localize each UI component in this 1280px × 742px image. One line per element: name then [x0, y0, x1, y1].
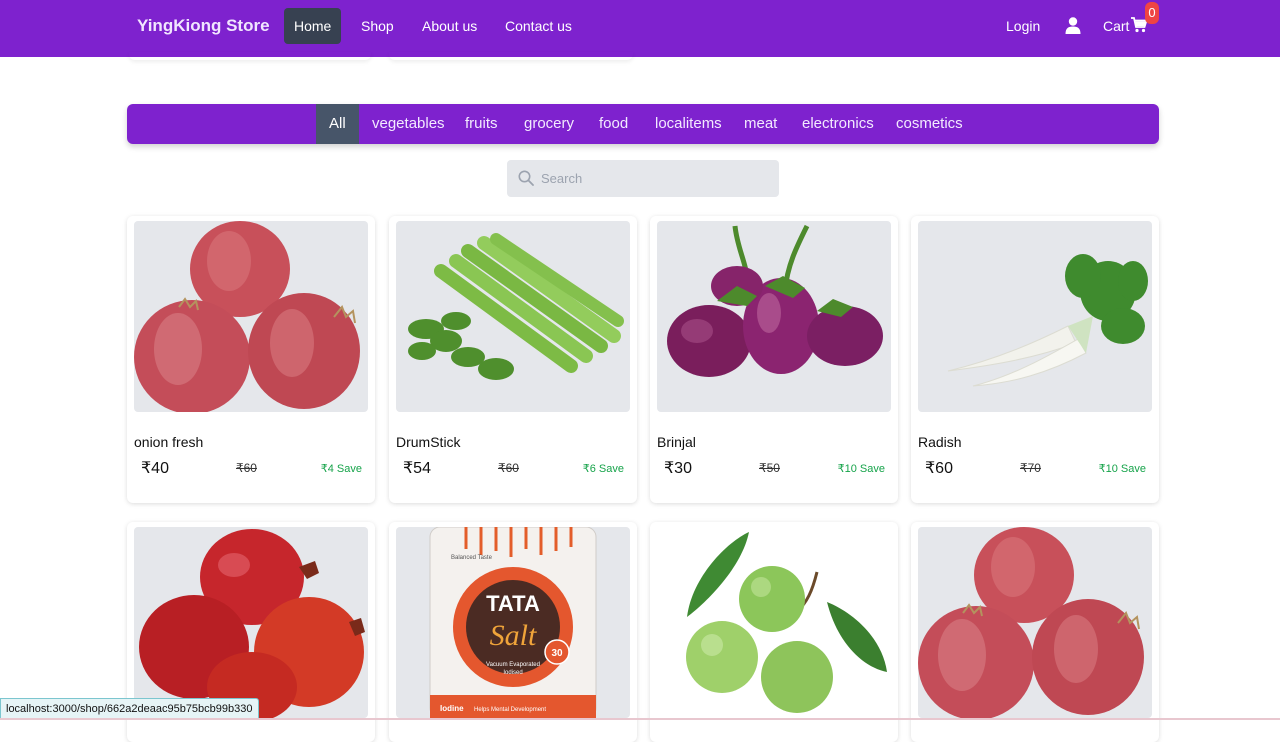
top-navbar: YingKiong Store Home Shop About us Conta… [0, 0, 1280, 57]
category-tab-grocery[interactable]: grocery [524, 104, 574, 144]
category-tab-fruits[interactable]: fruits [465, 104, 498, 144]
category-tab-electronics[interactable]: electronics [802, 104, 874, 144]
category-tab-localitems[interactable]: localitems [655, 104, 722, 144]
category-tab-meat[interactable]: meat [744, 104, 777, 144]
product-name[interactable]: onion fresh [134, 434, 203, 450]
category-filter-bar: All vegetables fruits grocery food local… [127, 104, 1159, 144]
product-card[interactable] [911, 522, 1159, 742]
login-link[interactable]: Login [1006, 18, 1040, 34]
brand-logo-text[interactable]: YingKiong Store [137, 16, 270, 36]
product-price: ₹54 [403, 460, 431, 477]
product-image-drumstick[interactable] [396, 221, 630, 412]
thirty-badge-text: 30 [551, 648, 563, 659]
product-card[interactable]: Brinjal ₹30 ₹50 ₹10 Save [650, 216, 898, 503]
product-savings: ₹10 Save [837, 463, 885, 475]
product-savings: ₹10 Save [1098, 463, 1146, 475]
nav-link-shop[interactable]: Shop [351, 8, 404, 44]
search-input[interactable] [541, 160, 771, 197]
product-name[interactable]: Brinjal [657, 434, 696, 450]
vacuum-evaporated-text: Vacuum Evaporated [486, 662, 540, 668]
product-image-pomegranate[interactable] [134, 527, 368, 718]
search-icon [518, 170, 534, 186]
product-image-guava[interactable] [657, 527, 891, 718]
user-icon[interactable] [1065, 17, 1081, 34]
product-mrp: ₹50 [759, 461, 780, 475]
product-card[interactable]: Radish ₹60 ₹70 ₹10 Save [911, 216, 1159, 503]
mental-development-text: Helps Mental Development [474, 707, 546, 713]
category-tab-food[interactable]: food [599, 104, 628, 144]
product-card[interactable]: onion fresh ₹40 ₹60 ₹4 Save [127, 216, 375, 503]
tata-logo-text: TATA [486, 591, 540, 616]
ghost-shadow [389, 52, 633, 60]
nav-link-about[interactable]: About us [412, 8, 487, 44]
browser-status-bar-url: localhost:3000/shop/662a2deaac95b75bcb99… [0, 698, 259, 720]
product-card[interactable]: Balanced Taste TATA Salt Vacuum Evaporat… [389, 522, 637, 742]
iodine-text: Iodine [440, 704, 464, 713]
product-price: ₹30 [664, 460, 692, 477]
product-mrp: ₹70 [1020, 461, 1041, 475]
tata-salt-tagline: Balanced Taste [451, 555, 493, 561]
product-mrp: ₹60 [236, 461, 257, 475]
product-name[interactable]: DrumStick [396, 434, 461, 450]
nav-link-contact[interactable]: Contact us [495, 8, 582, 44]
ghost-shadow [129, 52, 371, 60]
nav-link-home[interactable]: Home [284, 8, 342, 44]
category-tab-cosmetics[interactable]: cosmetics [896, 104, 963, 144]
product-image-tata-salt[interactable]: Balanced Taste TATA Salt Vacuum Evaporat… [396, 527, 630, 718]
product-card[interactable] [650, 522, 898, 742]
category-tab-all[interactable]: All [316, 104, 359, 144]
product-savings: ₹6 Save [582, 463, 624, 475]
product-image-brinjal[interactable] [657, 221, 891, 412]
product-image-onion[interactable] [918, 527, 1152, 718]
cart-link[interactable]: Cart [1103, 18, 1129, 34]
product-image-onion[interactable] [134, 221, 368, 412]
product-price: ₹40 [141, 460, 169, 477]
search-box [507, 160, 779, 197]
product-savings: ₹4 Save [320, 463, 362, 475]
cart-count-badge: 0 [1145, 2, 1159, 24]
product-card[interactable]: DrumStick ₹54 ₹60 ₹6 Save [389, 216, 637, 503]
product-name[interactable]: Radish [918, 434, 962, 450]
salt-logo-text: Salt [490, 619, 537, 652]
category-tab-vegetables[interactable]: vegetables [372, 104, 445, 144]
product-image-radish[interactable] [918, 221, 1152, 412]
product-price: ₹60 [925, 460, 953, 477]
iodised-text: Iodised [503, 670, 522, 676]
product-mrp: ₹60 [498, 461, 519, 475]
